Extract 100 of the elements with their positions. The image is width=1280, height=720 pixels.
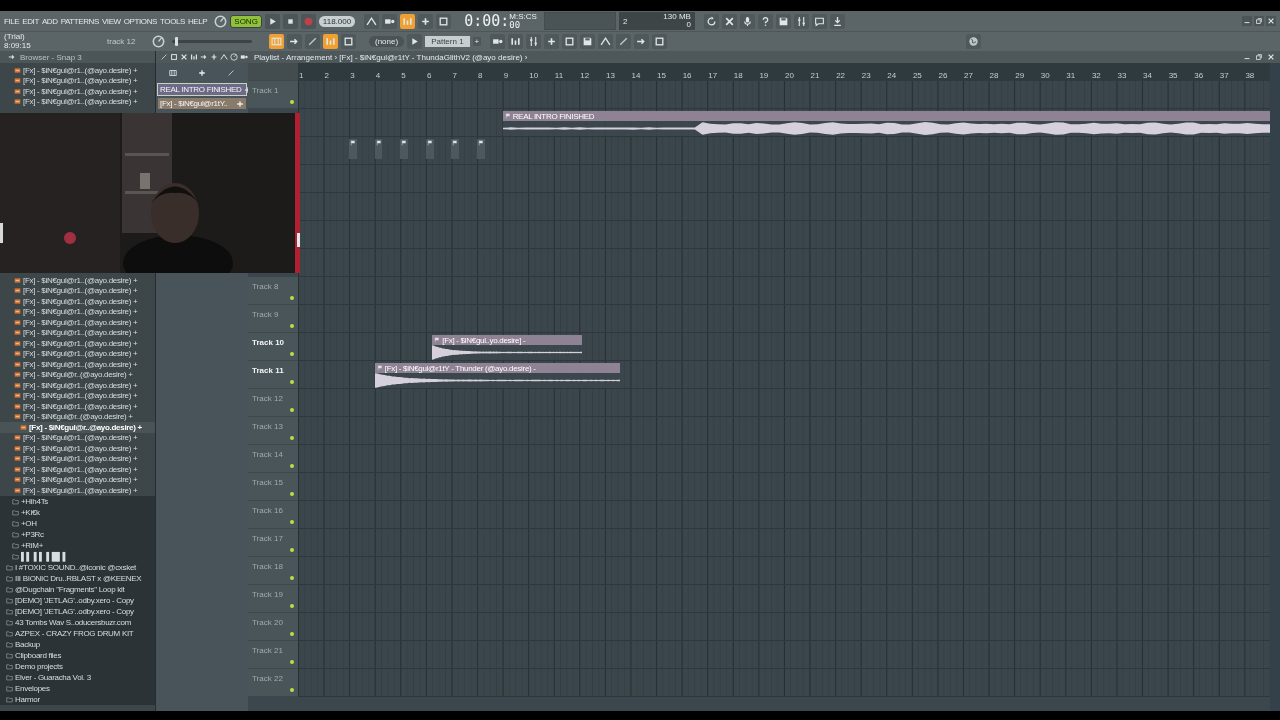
track-lane[interactable]: [Fx] - $iN€gul@r1tY - Thunder (@ayo.desire) - — [298, 361, 1270, 389]
audio-clip[interactable]: [Fx] - $iN€gul@r1tY - Thunder (@ayo.desire) - — [374, 363, 621, 388]
channel-selector[interactable]: (none) — [369, 36, 405, 47]
track-led[interactable] — [290, 576, 294, 580]
add-pattern-button[interactable]: + — [472, 37, 482, 46]
scrollbar[interactable] — [1270, 63, 1280, 711]
browser-item[interactable]: [Fx] - $iN€gul@r1..(@ayo.desire) + — [0, 275, 155, 286]
microphone-icon[interactable] — [739, 13, 755, 29]
browser-item[interactable]: +P3Rc — [0, 528, 155, 540]
browser-item[interactable]: [Fx] - $iN€gul@r1..(@ayo.desire) + — [0, 380, 155, 391]
toolbar-icon[interactable] — [400, 13, 416, 29]
browser-item[interactable]: Envelopes — [0, 682, 155, 694]
pen-icon[interactable] — [227, 69, 236, 77]
browser-item[interactable]: [Fx] - $iN€gul@r1..(@ayo.desire) + — [0, 401, 155, 412]
toolbar-icon[interactable] — [490, 34, 506, 49]
browser-item[interactable]: AZPEX - CRAZY FROG DRUM KIT — [0, 627, 155, 639]
browser-item[interactable]: [Fx] - $iN€gul@r1..(@ayo.desire) + — [0, 75, 155, 86]
marker-clip[interactable] — [400, 139, 408, 159]
browser-item[interactable]: III BIONIC Dru..RBLAST x @KEENEX — [0, 572, 155, 584]
toolbar-icon[interactable] — [436, 13, 452, 29]
toolbar-icon[interactable] — [364, 13, 380, 29]
song-mode-toggle[interactable]: SONG — [230, 14, 262, 28]
marker-clip[interactable] — [374, 139, 383, 159]
pattern-item[interactable]: [Fx] - $iN€gul@r1tY.. — [158, 98, 246, 109]
cycle-icon[interactable] — [703, 13, 719, 29]
track-lane[interactable] — [298, 221, 1270, 249]
toolbar-icon[interactable] — [508, 34, 524, 49]
audio-clip[interactable]: REAL INTRO FINISHED — [502, 111, 1270, 136]
browser-item[interactable]: Backup — [0, 638, 155, 650]
browser-item[interactable]: Harmor — [0, 693, 155, 705]
toolbar-icon[interactable] — [652, 34, 668, 49]
toolbar-icon[interactable] — [634, 34, 650, 49]
menu-item[interactable]: EDIT — [22, 16, 39, 26]
browser-item[interactable]: [Fx] - $iN€gul@r..@ayo.desire) + — [0, 422, 155, 433]
toolbar-icon[interactable] — [580, 34, 596, 49]
browser-item[interactable]: [DEMO] 'JETLAG'..odby.xero - Copy — [0, 594, 155, 606]
save-icon[interactable] — [775, 13, 791, 29]
browser-item[interactable]: [Fx] - $iN€gul@r..(@ayo.desire) + — [0, 369, 155, 380]
track-led[interactable] — [290, 492, 294, 496]
track-led[interactable] — [290, 548, 294, 552]
pattern-selector[interactable]: Pattern 1 — [425, 36, 470, 47]
browser-item[interactable]: [Fx] - $iN€gul@r1..(@ayo.desire) + — [0, 390, 155, 401]
browser-item[interactable]: [Fx] - $iN€gul@r1..(@ayo.desire) + — [0, 306, 155, 317]
browser-item[interactable]: [DEMO] 'JETLAG'..odby.xero - Copy — [0, 605, 155, 617]
menu-item[interactable]: VIEW — [101, 16, 121, 26]
browser-item[interactable]: +RiM+ — [0, 539, 155, 551]
browser-item[interactable]: Demo projects — [0, 660, 155, 672]
menu-item[interactable]: PATTERNS — [60, 16, 99, 26]
browser-item[interactable]: [Fx] - $iN€gul@r1..(@ayo.desire) + — [0, 285, 155, 296]
track-led[interactable] — [290, 604, 294, 608]
browser-item[interactable]: [Fx] - $iN€gul@r1..(@ayo.desire) + — [0, 359, 155, 370]
download-icon[interactable] — [829, 13, 845, 29]
track-led[interactable] — [290, 296, 294, 300]
help-icon[interactable] — [757, 13, 773, 29]
track-lane[interactable] — [298, 165, 1270, 193]
browser-item[interactable]: [Fx] - $iN€gul@r1..(@ayo.desire) + — [0, 453, 155, 464]
track-led[interactable] — [290, 660, 294, 664]
browser-item[interactable]: [Fx] - $iN€gul@r1..(@ayo.desire) + — [0, 65, 155, 76]
browser-item[interactable]: [Fx] - $iN€gul@r1..(@ayo.desire) + — [0, 86, 155, 97]
browser-item[interactable]: I #TOXIC SOUND..@iconic @cxsket — [0, 561, 155, 573]
track-led[interactable] — [290, 408, 294, 412]
toolbar-icon[interactable] — [240, 53, 248, 61]
toolbar-icon[interactable] — [200, 53, 208, 61]
track-lane[interactable]: REAL INTRO FINISHED — [298, 109, 1270, 137]
toolbar-icon[interactable] — [562, 34, 578, 49]
play-icon[interactable] — [264, 13, 280, 29]
browser-item[interactable]: @Dugchain "Fragments" Loop kit — [0, 583, 155, 595]
toolbar-icon[interactable] — [180, 53, 188, 61]
menu-item[interactable]: OPTIONS — [123, 16, 157, 26]
browser-item[interactable]: [Fx] - $iN€gul@r1..(@ayo.desire) + — [0, 338, 155, 349]
knob-icon[interactable] — [152, 35, 165, 48]
marker-clip[interactable] — [451, 139, 460, 159]
toolbar-icon[interactable] — [305, 34, 320, 49]
browser-item[interactable]: [Fx] - $iN€gul@r1..(@ayo.desire) + — [0, 485, 155, 496]
browser-item[interactable]: +Ki€k — [0, 506, 155, 518]
menu-item[interactable]: TOOLS — [160, 16, 185, 26]
marker-clip[interactable] — [425, 139, 434, 159]
add-icon[interactable] — [198, 69, 206, 77]
track-lane[interactable]: [Fx] - $iN€gul..yo.desire] - — [298, 333, 1270, 361]
close-icon[interactable] — [721, 13, 737, 29]
browser-item[interactable]: Clipboard files — [0, 649, 155, 661]
sliders-icon[interactable] — [793, 13, 809, 29]
close-icon[interactable] — [1266, 52, 1276, 62]
pattern-item[interactable]: REAL INTRO FINISHED — [158, 84, 246, 95]
track-led[interactable] — [290, 632, 294, 636]
browser-item[interactable]: [Fx] - $iN€gul@r1..(@ayo.desire) + — [0, 317, 155, 328]
track-led[interactable] — [290, 324, 294, 328]
browser-item[interactable]: +OH — [0, 517, 155, 529]
browser-item[interactable]: Elver - Guaracha Vol. 3 — [0, 671, 155, 683]
toolbar-icon[interactable] — [341, 34, 356, 49]
slider-thumb[interactable] — [175, 37, 179, 46]
toolbar-icon[interactable] — [616, 34, 632, 49]
knob-icon[interactable] — [214, 14, 228, 28]
audio-clip[interactable]: [Fx] - $iN€gul..yo.desire] - — [432, 335, 583, 360]
browser-item[interactable]: [Fx] - $iN€gul@r1..(@ayo.desire) + — [0, 432, 155, 443]
menu-item[interactable]: ADD — [41, 16, 58, 26]
restore-icon[interactable] — [1254, 52, 1264, 62]
toolbar-icon[interactable] — [382, 13, 398, 29]
restore-icon[interactable] — [1254, 16, 1264, 26]
arrow-icon[interactable] — [8, 53, 16, 61]
